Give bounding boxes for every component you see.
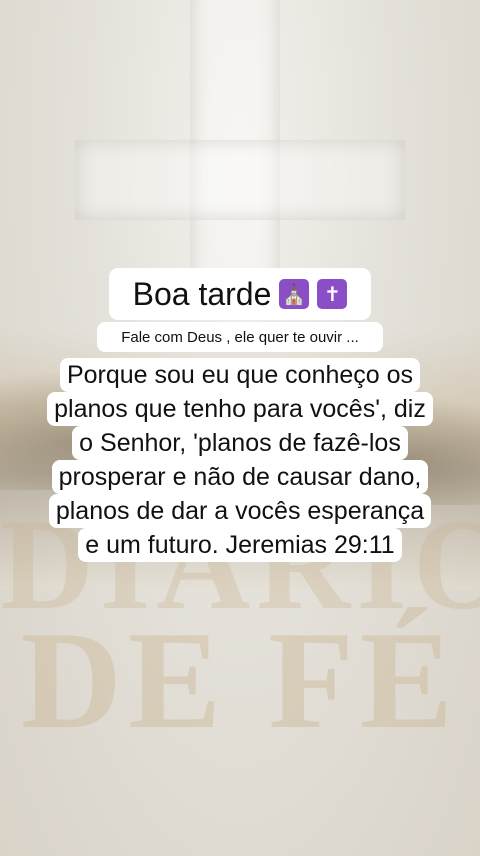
verse-caption: Porque sou eu que conheço os planos que … bbox=[18, 358, 462, 562]
verse-line: planos que tenho para vocês', diz bbox=[47, 392, 433, 426]
verse-line: o Senhor, 'planos de fazê-los bbox=[72, 426, 408, 460]
subtitle-caption: Fale com Deus , ele quer te ouvir ... bbox=[97, 322, 383, 352]
watermark-line2: DE FÉ bbox=[20, 603, 460, 758]
cross-watermark-horizontal bbox=[75, 140, 405, 220]
greeting-text: Boa tarde bbox=[132, 275, 272, 312]
place-of-worship-icon: ⛪ bbox=[279, 279, 310, 309]
verse-line: planos de dar a vocês esperança bbox=[48, 494, 432, 528]
latin-cross-icon: ✝ bbox=[317, 279, 348, 309]
verse-line: e um futuro. Jeremias 29:11 bbox=[78, 528, 402, 562]
verse-line: prosperar e não de causar dano, bbox=[51, 460, 429, 494]
verse-line: Porque sou eu que conheço os bbox=[59, 358, 421, 392]
greeting-caption: Boa tarde ⛪ ✝ bbox=[109, 268, 371, 320]
